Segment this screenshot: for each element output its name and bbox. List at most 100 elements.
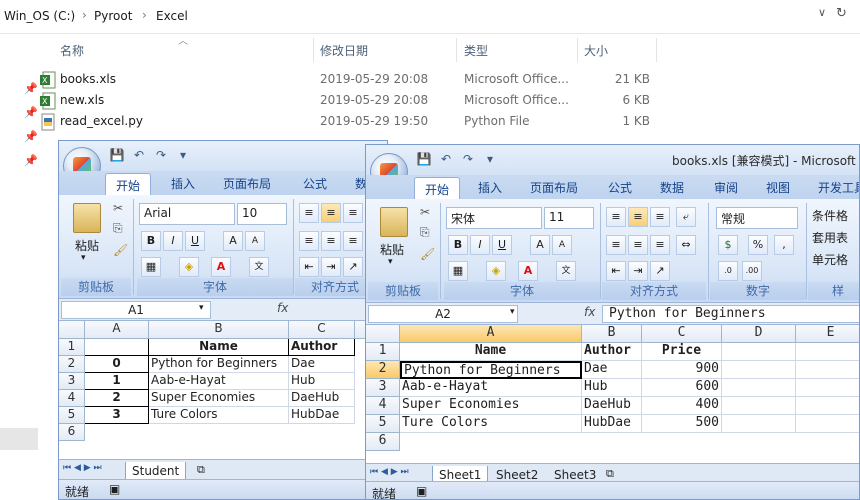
phonetic-icon[interactable]: 文 — [249, 257, 269, 277]
paste-label[interactable]: 粘贴 — [380, 241, 404, 258]
copy-icon[interactable]: ⎘ — [420, 225, 430, 240]
font-color-icon[interactable]: A — [211, 257, 231, 277]
column-header[interactable]: A — [400, 325, 582, 343]
orientation-icon[interactable]: ↗ — [650, 261, 670, 281]
column-header[interactable]: A — [85, 321, 149, 339]
cell[interactable]: 900 — [642, 361, 722, 379]
row-header[interactable]: 5 — [366, 415, 400, 433]
name-box[interactable]: A2 — [368, 305, 518, 323]
increase-indent-icon[interactable]: ⇥ — [321, 257, 341, 277]
cell[interactable]: 2 — [85, 390, 149, 407]
align-right-icon[interactable]: ≡ — [343, 231, 363, 251]
cell[interactable] — [796, 343, 859, 361]
macro-record-icon[interactable]: ▣ — [109, 482, 120, 496]
font-color-icon[interactable]: A — [518, 261, 538, 281]
cell[interactable] — [85, 339, 149, 356]
chevron-down-icon[interactable]: ▾ — [510, 307, 515, 317]
chevron-down-icon[interactable]: ∨ — [818, 6, 826, 19]
save-icon[interactable]: 💾 — [109, 147, 125, 163]
merge-center-icon[interactable]: ⇔ — [676, 235, 696, 255]
align-left-icon[interactable]: ≡ — [299, 231, 319, 251]
save-icon[interactable]: 💾 — [416, 151, 432, 167]
cell[interactable]: 400 — [642, 397, 722, 415]
tab-developer[interactable]: 开发工具 — [818, 179, 859, 196]
select-all-corner[interactable] — [59, 321, 85, 339]
currency-icon[interactable]: $ — [718, 235, 738, 255]
cut-icon[interactable]: ✂ — [420, 205, 430, 219]
customize-icon[interactable]: ▾ — [175, 147, 191, 163]
tab-formulas[interactable]: 公式 — [608, 179, 632, 196]
fx-icon[interactable]: fx — [584, 305, 595, 319]
nav-selected-item[interactable] — [0, 428, 38, 450]
column-divider[interactable] — [656, 38, 657, 62]
tab-home[interactable]: 开始 — [414, 177, 461, 199]
font-size-box[interactable]: 11 — [544, 207, 594, 229]
cell[interactable] — [796, 397, 859, 415]
tab-home[interactable]: 开始 — [105, 173, 152, 195]
align-middle-icon[interactable]: ≡ — [321, 203, 341, 223]
cell-styles-button[interactable]: 单元格 — [812, 251, 848, 268]
paste-label[interactable]: 粘贴 — [75, 237, 99, 254]
format-as-table-button[interactable]: 套用表 — [812, 229, 848, 246]
column-divider[interactable] — [456, 38, 457, 62]
column-divider[interactable] — [577, 38, 578, 62]
decrease-decimal-icon[interactable]: .00 — [742, 261, 762, 281]
chevron-down-icon[interactable]: ▾ — [81, 253, 86, 263]
cell[interactable]: Aab-e-Hayat — [149, 373, 289, 390]
redo-icon[interactable]: ↷ — [460, 151, 476, 167]
shrink-font-icon[interactable]: A — [552, 235, 572, 255]
cell[interactable]: Ture Colors — [149, 407, 289, 424]
pin-icon[interactable]: 📌 — [24, 106, 38, 119]
paste-icon[interactable] — [73, 203, 101, 233]
number-format-box[interactable]: 常规 — [716, 207, 798, 229]
spreadsheet-grid[interactable]: A B C D E 1 2 3 4 5 6 Name Author Price … — [366, 325, 859, 463]
redo-icon[interactable]: ↷ — [153, 147, 169, 163]
chevron-down-icon[interactable]: ▾ — [388, 257, 393, 267]
file-row[interactable]: read_excel.py 2019-05-29 19:50 Python Fi… — [40, 112, 660, 132]
cell[interactable]: 0 — [85, 356, 149, 373]
column-header[interactable]: C — [642, 325, 722, 343]
italic-icon[interactable]: I — [470, 235, 490, 255]
format-painter-icon[interactable]: 🖌 — [420, 247, 435, 261]
bold-icon[interactable]: B — [141, 231, 161, 251]
cell[interactable]: Super Economies — [400, 397, 582, 415]
row-header[interactable]: 6 — [59, 424, 85, 441]
fill-color-icon[interactable]: ◈ — [179, 257, 199, 277]
align-right-icon[interactable]: ≡ — [650, 235, 670, 255]
font-name-box[interactable]: 宋体 — [446, 207, 542, 229]
tab-page-layout[interactable]: 页面布局 — [223, 175, 271, 192]
column-size[interactable]: 大小 — [584, 42, 608, 59]
row-header[interactable]: 3 — [59, 373, 85, 390]
tab-data[interactable]: 数据 — [660, 179, 684, 196]
cell[interactable] — [722, 379, 796, 397]
decrease-indent-icon[interactable]: ⇤ — [299, 257, 319, 277]
sheet-nav-arrows-icon[interactable]: ⏮ ◀ ▶ ⏭ — [370, 467, 409, 477]
cell[interactable]: HubDae — [289, 407, 355, 424]
cell[interactable]: HubDae — [582, 415, 642, 433]
align-center-icon[interactable]: ≡ — [628, 235, 648, 255]
align-left-icon[interactable]: ≡ — [606, 235, 626, 255]
row-header[interactable]: 2 — [366, 361, 400, 379]
column-header[interactable]: C — [289, 321, 355, 339]
align-top-icon[interactable]: ≡ — [299, 203, 319, 223]
align-bottom-icon[interactable]: ≡ — [343, 203, 363, 223]
breadcrumb-excel[interactable]: Excel — [156, 9, 188, 23]
row-header[interactable]: 1 — [59, 339, 85, 356]
row-header[interactable]: 4 — [366, 397, 400, 415]
underline-icon[interactable]: U — [492, 235, 512, 255]
refresh-icon[interactable]: ↻ — [836, 6, 847, 21]
tab-insert[interactable]: 插入 — [171, 175, 195, 192]
cell[interactable]: Hub — [582, 379, 642, 397]
address-bar[interactable]: Win_OS (C:) › Pyroot › Excel ∨ ↻ — [0, 0, 860, 34]
row-header[interactable]: 6 — [366, 433, 400, 451]
borders-icon[interactable]: ▦ — [448, 261, 468, 281]
cell[interactable] — [722, 343, 796, 361]
orientation-icon[interactable]: ↗ — [343, 257, 363, 277]
active-cell[interactable]: Python for Beginners — [400, 361, 582, 379]
cell[interactable] — [796, 415, 859, 433]
fx-icon[interactable]: fx — [277, 301, 288, 315]
select-all-corner[interactable] — [366, 325, 400, 343]
copy-icon[interactable]: ⎘ — [113, 221, 123, 236]
comma-icon[interactable]: , — [774, 235, 794, 255]
pin-icon[interactable]: 📌 — [24, 130, 38, 143]
